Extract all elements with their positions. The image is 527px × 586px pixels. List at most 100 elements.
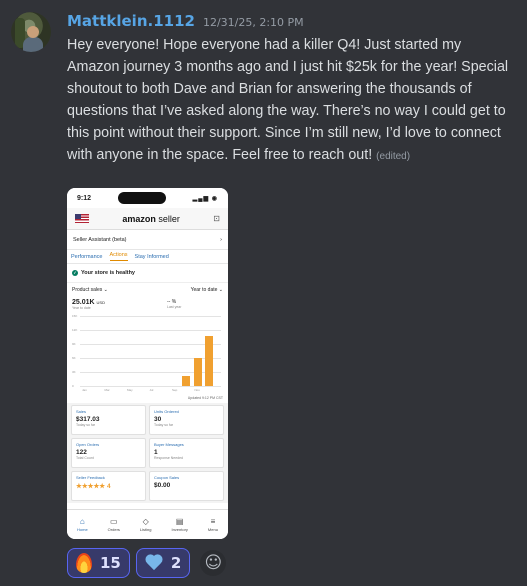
nav-menu[interactable]: ≡ Menu [208,517,218,532]
amazon-seller-logo: amazon seller [122,213,180,224]
card-title: Open Orders [76,442,100,447]
menu-icon: ≡ [210,517,216,526]
card-sub: Response Needed [154,456,183,460]
metric-sub: Year to date [72,306,91,310]
message-header: Mattklein.1112 12/31/25, 2:10 PM [67,12,304,30]
home-icon: ⌂ [79,517,85,526]
chart-gridline [80,386,221,387]
chart-y-tick: 12K [72,328,78,332]
phone-status-bar: 9:12 ▂▄▆ ◉ [67,188,228,208]
card-value: $317.03 [76,416,100,423]
card-title: Coupon Sales [154,475,180,480]
username[interactable]: Mattklein.1112 [67,12,195,30]
chart-y-tick: 9K [72,342,76,346]
tab-stay-informed[interactable]: Stay Informed [135,254,169,260]
fire-emoji-icon [76,553,92,573]
listing-icon: ◇ [142,517,149,526]
card-title: Buyer Messages [154,442,184,447]
card-sub: Today so far [154,423,174,427]
timestamp: 12/31/25, 2:10 PM [202,16,304,29]
message-body: Hey everyone! Hope everyone had a killer… [67,34,512,168]
reaction-fire[interactable]: 15 [67,548,130,578]
nav-label: Listing [139,527,152,532]
inventory-icon: ▤ [175,517,184,526]
nav-listing[interactable]: ◇ Listing [140,517,152,532]
sales-metric: 25.01K USD Year to date -- % Last year [67,297,228,310]
card-value: 1 [154,449,158,456]
nav-label: Menu [207,527,218,532]
chart-gridline [80,344,221,345]
summary-card[interactable]: Seller Feedback ★★★★★ 4 [71,471,146,501]
reaction-blue-heart[interactable]: 2 [135,548,191,578]
chart-x-tick: Jan [82,388,87,392]
metric-value: 25.01K USD [72,299,105,306]
health-label: Your store is healthy [81,270,135,276]
card-sub: Today so far [76,423,96,427]
nav-label: Home [77,527,88,532]
reaction-count: 15 [100,554,121,572]
card-value: $0.00 [154,482,171,489]
seller-assistant-row: Seller Assistant (beta) › [67,230,228,250]
chart-gridline [80,316,221,317]
reaction-count: 2 [170,554,182,572]
seller-app-bar: amazon seller ⊡ [67,208,228,230]
card-value: 122 [76,449,87,456]
filter-product-sales: Product sales ⌄ [72,287,108,293]
nav-home[interactable]: ⌂ Home [77,517,88,532]
filter-year-to-date: Year to date ⌄ [190,287,223,293]
smiley-icon: ☺ [204,553,223,573]
summary-card[interactable]: Units Ordered 30 Today so far [149,405,224,435]
summary-card[interactable]: Buyer Messages 1 Response Needed [149,438,224,468]
nav-inventory[interactable]: ▤ Inventory [171,517,187,532]
metric-right-sub: Last year [167,305,182,309]
seller-tabs: Performance Actions Stay Informed [67,250,228,264]
nav-orders[interactable]: ▭ Orders [108,517,120,532]
tab-actions[interactable]: Actions [109,252,128,261]
summary-card[interactable]: Open Orders 122 Total Count [71,438,146,468]
chart-bar [182,375,191,386]
edited-label: (edited) [376,151,411,162]
status-icons: ▂▄▆ ◉ [192,195,218,202]
chart-y-tick: 3K [72,370,76,374]
card-title: Units Ordered [154,409,179,414]
dynamic-island [117,192,166,204]
summary-card[interactable]: Sales $317.03 Today so far [71,405,146,435]
nav-label: Inventory [171,527,188,532]
chart-y-tick: 0 [72,384,74,388]
chart-bar [204,335,213,386]
chart-x-tick: Sep [172,388,178,392]
chart-bar [193,358,202,386]
card-title: Seller Feedback [76,475,105,480]
reactions-bar: 15 2 ☺ [67,548,227,578]
add-reaction-button[interactable]: ☺ [200,550,227,576]
chart-gridline [80,330,221,331]
orders-icon: ▭ [110,517,118,526]
sales-chart: 0 3K 6K 9K 12K 15K Jan Mar May Jul Sep Nov [72,314,223,392]
card-title: Sales [76,409,87,414]
chart-x-tick: Jul [149,388,154,392]
filters-row: Product sales ⌄ Year to date ⌄ [67,282,228,297]
chart-y-tick: 6K [72,356,76,360]
status-time: 9:12 [77,194,92,202]
bottom-nav: ⌂ Home ▭ Orders ◇ Listing ▤ Inventory ≡ Menu [67,509,228,539]
card-sub: Total Count [76,456,94,460]
tab-performance[interactable]: Performance [71,254,103,260]
chevron-right-icon: › [220,236,222,243]
chart-x-tick: Nov [194,388,200,392]
check-icon: ✓ [72,270,78,276]
message-text: Hey everyone! Hope everyone had a killer… [67,37,509,163]
image-attachment[interactable]: 9:12 ▂▄▆ ◉ amazon seller ⊡ Seller Assist… [67,188,228,539]
chart-y-tick: 15K [72,314,78,318]
seller-assistant-label: Seller Assistant (beta) [73,236,127,243]
summary-card[interactable]: Coupon Sales $0.00 [149,471,224,501]
nav-label: Orders [107,527,120,532]
chart-x-tick: Mar [104,388,110,392]
updated-label: Updated 9:12 PM CST [187,396,223,400]
card-value: 30 [154,416,162,423]
user-avatar[interactable] [11,12,51,52]
us-flag-icon [75,214,89,223]
camera-icon: ⊡ [213,214,220,223]
store-health: ✓ Your store is healthy [67,264,228,282]
blue-heart-icon [145,555,163,571]
card-value: ★★★★★ 4 [76,483,111,490]
